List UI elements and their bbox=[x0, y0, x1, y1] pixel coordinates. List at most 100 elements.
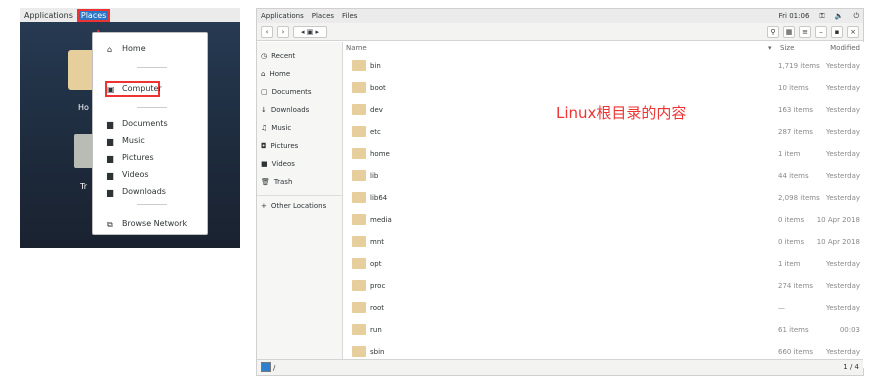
workspace-indicator[interactable]: 1 / 4 bbox=[843, 363, 859, 371]
clock[interactable]: Fri 01:06 bbox=[779, 12, 810, 21]
sidebar-item-music[interactable]: ♫ Music bbox=[261, 124, 291, 132]
maximize-button[interactable]: ▪ bbox=[831, 25, 843, 38]
files-window: Applications Places Files Fri 01:06 ⚿ 🔈 … bbox=[256, 8, 864, 376]
table-row[interactable]: boot 10 items Yesterday bbox=[344, 76, 864, 98]
sidebar-item-videos[interactable]: ■ Videos bbox=[261, 160, 295, 168]
plus-icon: + bbox=[261, 202, 267, 210]
column-name[interactable]: Name bbox=[346, 44, 367, 52]
folder-icon bbox=[352, 147, 366, 159]
back-button[interactable]: ‹ bbox=[261, 25, 273, 38]
folder-icon bbox=[352, 103, 366, 115]
table-row[interactable]: bin 1,719 items Yesterday bbox=[344, 54, 864, 76]
sidebar-item-other-locations[interactable]: + Other Locations bbox=[261, 202, 326, 210]
forward-button[interactable]: › bbox=[277, 25, 289, 38]
view-toggle-button[interactable]: ▦ bbox=[783, 25, 795, 38]
table-row[interactable]: proc 274 items Yesterday bbox=[344, 274, 864, 296]
table-row[interactable]: media 0 items 10 Apr 2018 bbox=[344, 208, 864, 230]
folder-icon: ▆ bbox=[107, 136, 114, 146]
menu-item-documents[interactable]: ▆ Documents bbox=[107, 119, 168, 129]
trash-icon: 🗑 bbox=[261, 178, 270, 186]
table-row[interactable]: mnt 0 items 10 Apr 2018 bbox=[344, 230, 864, 252]
path-bar[interactable]: ◂ ▣ ▸ bbox=[293, 25, 327, 38]
menu-separator bbox=[137, 67, 167, 68]
file-list: Name ▾ Size Modified Linux根目录的内容 bin 1,71… bbox=[344, 42, 864, 368]
column-modified[interactable]: Modified bbox=[830, 44, 860, 52]
menu-separator bbox=[137, 107, 167, 108]
close-button[interactable]: × bbox=[847, 25, 859, 38]
minimize-button[interactable]: – bbox=[815, 25, 827, 38]
sidebar-item-trash[interactable]: 🗑 Trash bbox=[261, 178, 292, 186]
applications-menu[interactable]: Applications bbox=[24, 11, 73, 20]
search-button[interactable]: ⚲ bbox=[767, 25, 779, 38]
folder-icon: ▆ bbox=[107, 119, 114, 129]
table-row[interactable]: lib64 2,098 items Yesterday bbox=[344, 186, 864, 208]
menu-item-music[interactable]: ▆ Music bbox=[107, 136, 145, 146]
camera-icon: ◘ bbox=[261, 142, 267, 150]
folder-icon bbox=[352, 59, 366, 71]
trash-label: Tr bbox=[80, 182, 87, 191]
folder-icon bbox=[352, 301, 366, 313]
sidebar-item-pictures[interactable]: ◘ Pictures bbox=[261, 142, 298, 150]
network-icon: ⧉ bbox=[107, 219, 113, 229]
places-menu[interactable]: Places bbox=[312, 12, 334, 20]
video-icon: ■ bbox=[261, 160, 268, 168]
home-folder-label: Ho bbox=[78, 103, 89, 112]
menu-item-pictures[interactable]: ▆ Pictures bbox=[107, 153, 154, 163]
places-dropdown-menu: ⌂ Home ▣ Computer ▆ Documents ▆ Music ▆ Pictu… bbox=[92, 32, 208, 235]
table-row[interactable]: run 61 items 00:03 bbox=[344, 318, 864, 340]
folder-icon bbox=[352, 279, 366, 291]
table-row[interactable]: root — Yesterday bbox=[344, 296, 864, 318]
power-icon[interactable]: ⏻ bbox=[853, 12, 859, 21]
sort-arrow-icon: ▾ bbox=[768, 44, 772, 52]
menu-button[interactable]: ≡ bbox=[799, 25, 811, 38]
gnome-top-bar-left: Applications Places bbox=[20, 8, 240, 22]
table-row[interactable]: lib 44 items Yesterday bbox=[344, 164, 864, 186]
network-icon[interactable]: ⚿ bbox=[819, 12, 824, 21]
places-menu-button[interactable]: Places bbox=[76, 8, 111, 22]
sidebar: ◷ Recent ⌂ Home ▢ Documents ↓ Downloads ♫ Mus… bbox=[257, 42, 343, 368]
home-icon: ⌂ bbox=[261, 70, 266, 78]
sidebar-item-documents[interactable]: ▢ Documents bbox=[261, 88, 312, 96]
folder-icon bbox=[352, 213, 366, 225]
menu-item-home[interactable]: ⌂ Home bbox=[107, 44, 146, 54]
menu-item-browse-network[interactable]: ⧉ Browse Network bbox=[107, 219, 187, 229]
menu-separator bbox=[137, 204, 167, 205]
folder-icon bbox=[352, 81, 366, 93]
table-row[interactable]: etc 287 items Yesterday bbox=[344, 120, 864, 142]
home-icon: ⌂ bbox=[107, 44, 113, 54]
places-menu-screenshot: Applications Places Ho Tr ⌂ Home ▣ Compute… bbox=[20, 8, 240, 248]
toolbar: ‹ › ◂ ▣ ▸ ⚲ ▦ ≡ – ▪ × bbox=[257, 23, 863, 41]
sidebar-separator bbox=[257, 195, 343, 196]
window-switcher-icon[interactable] bbox=[261, 362, 271, 372]
table-row[interactable]: home 1 item Yesterday bbox=[344, 142, 864, 164]
folder-icon: ▆ bbox=[107, 153, 114, 163]
menu-item-videos[interactable]: ▆ Videos bbox=[107, 170, 149, 180]
volume-icon[interactable]: 🔈 bbox=[835, 12, 844, 21]
music-icon: ♫ bbox=[261, 124, 268, 132]
folder-icon bbox=[352, 191, 366, 203]
sidebar-item-downloads[interactable]: ↓ Downloads bbox=[261, 106, 309, 114]
folder-icon bbox=[352, 169, 366, 181]
files-app-menu[interactable]: Files bbox=[342, 12, 357, 20]
table-row[interactable]: opt 1 item Yesterday bbox=[344, 252, 864, 274]
folder-icon bbox=[352, 125, 366, 137]
sidebar-item-home[interactable]: ⌂ Home bbox=[261, 70, 290, 78]
current-path: / bbox=[273, 364, 276, 372]
gnome-top-bar-right: Applications Places Files Fri 01:06 ⚿ 🔈 … bbox=[257, 9, 863, 23]
status-bar: / 1 / 4 bbox=[257, 359, 863, 375]
download-icon: ↓ bbox=[261, 106, 267, 114]
document-icon: ▢ bbox=[261, 88, 268, 96]
table-row[interactable]: dev 163 items Yesterday bbox=[344, 98, 864, 120]
column-header: Name ▾ Size Modified bbox=[344, 42, 864, 53]
folder-icon bbox=[352, 235, 366, 247]
menu-item-downloads[interactable]: ▆ Downloads bbox=[107, 187, 166, 197]
folder-icon bbox=[352, 323, 366, 335]
computer-icon: ▣ bbox=[107, 84, 115, 94]
menu-item-computer[interactable]: ▣ Computer bbox=[107, 84, 162, 94]
folder-icon bbox=[352, 345, 366, 357]
folder-icon: ▆ bbox=[107, 170, 114, 180]
sidebar-item-recent[interactable]: ◷ Recent bbox=[261, 52, 295, 60]
applications-menu[interactable]: Applications bbox=[261, 12, 304, 20]
clock-icon: ◷ bbox=[261, 52, 268, 60]
column-size[interactable]: Size bbox=[780, 44, 794, 52]
